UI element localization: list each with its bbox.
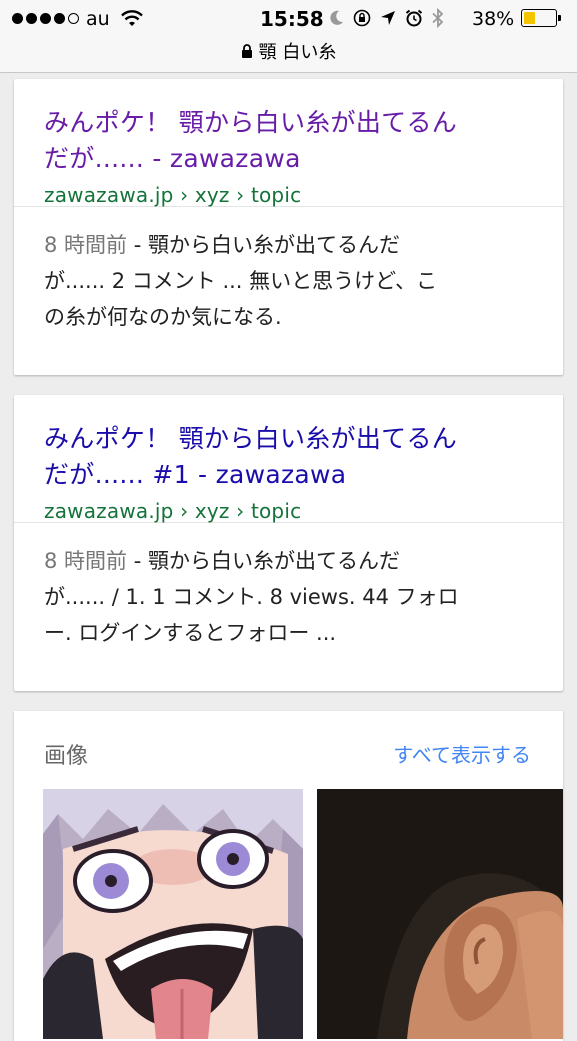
signal-strength-icon xyxy=(12,13,79,24)
images-section: 画像 すべて表示する xyxy=(14,711,563,1041)
result-title-link[interactable]: みんポケ！ 顎から白い糸が出てるん だが...... #1 - zawazawa xyxy=(44,421,533,493)
browser-top-bar: au 15:58 38% 顎 白い糸 xyxy=(0,0,577,73)
bluetooth-icon xyxy=(432,8,444,28)
wifi-icon xyxy=(121,10,143,26)
result-snippet: 8 時間前 - 顎から白い糸が出てるんだ が...... 2 コメント ... … xyxy=(44,233,438,329)
clock: 15:58 xyxy=(260,7,324,31)
carrier-label: au xyxy=(86,8,110,30)
alarm-icon xyxy=(405,9,423,27)
image-thumbnail-anime[interactable] xyxy=(43,789,303,1039)
rotation-lock-icon xyxy=(353,9,371,27)
search-result-card: みんポケ！ 顎から白い糸が出てるん だが...... #1 - zawazawa … xyxy=(14,395,563,691)
moon-icon xyxy=(330,10,343,25)
result-title-link[interactable]: みんポケ！ 顎から白い糸が出てるん だが...... - zawazawa xyxy=(44,105,533,177)
search-result-card: みんポケ！ 顎から白い糸が出てるん だが...... - zawazawa zaw… xyxy=(14,79,563,375)
battery-level-fill xyxy=(524,12,535,24)
address-bar-query: 顎 白い糸 xyxy=(258,42,337,63)
battery-icon xyxy=(521,9,561,27)
lock-icon xyxy=(241,44,252,58)
images-section-label: 画像 xyxy=(44,744,89,769)
address-bar[interactable]: 顎 白い糸 xyxy=(0,38,577,63)
battery-percentage: 38% xyxy=(472,8,515,30)
result-age: 8 時間前 xyxy=(44,549,128,573)
result-url-breadcrumb[interactable]: zawazawa.jp › xyz › topic xyxy=(44,499,533,523)
result-snippet: 8 時間前 - 顎から白い糸が出てるんだ が...... / 1. 1 コメント… xyxy=(44,549,459,645)
result-url-breadcrumb[interactable]: zawazawa.jp › xyz › topic xyxy=(44,183,533,207)
result-age: 8 時間前 xyxy=(44,233,128,257)
status-bar: au 15:58 38% xyxy=(0,0,577,38)
image-thumbnail-ear[interactable] xyxy=(317,789,563,1039)
location-arrow-icon xyxy=(381,11,395,25)
show-all-images-link[interactable]: すべて表示する xyxy=(393,739,531,768)
